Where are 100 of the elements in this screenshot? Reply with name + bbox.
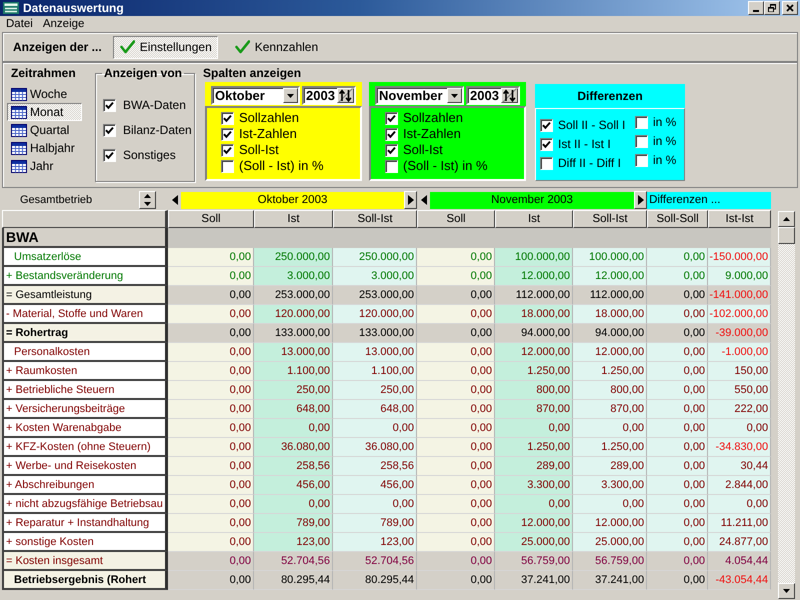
dropdown-button[interactable] bbox=[447, 88, 462, 103]
column-header: Soll-Soll bbox=[647, 210, 708, 228]
calendar-icon bbox=[11, 142, 27, 154]
checkbox[interactable] bbox=[221, 112, 234, 124]
table-cell: 3.300,00 bbox=[495, 476, 574, 495]
table-cell: 100.000,00 bbox=[495, 248, 574, 267]
table-cell: 0,00 bbox=[168, 381, 254, 400]
check-icon bbox=[120, 40, 135, 54]
table-cell: 3.300,00 bbox=[573, 476, 648, 495]
table-cell: 253.000,00 bbox=[333, 286, 418, 305]
timeframe-item[interactable]: Jahr bbox=[7, 157, 82, 175]
toolbar-button[interactable]: Einstellungen bbox=[112, 36, 218, 58]
row-label: + KFZ-Kosten (ohne Steuern) bbox=[2, 438, 168, 457]
checkbox[interactable] bbox=[540, 138, 553, 151]
checkbox[interactable] bbox=[103, 149, 116, 162]
scroll-down-button[interactable] bbox=[778, 583, 795, 599]
row-label: = Kosten insgesamt bbox=[2, 552, 168, 571]
table-cell: 0,00 bbox=[417, 495, 496, 514]
vertical-scrollbar[interactable] bbox=[778, 211, 795, 599]
table-cell: 253.000,00 bbox=[254, 286, 333, 305]
table-cell: 0,00 bbox=[168, 476, 254, 495]
table-cell: 0,00 bbox=[495, 495, 574, 514]
year-field[interactable]: 2003 bbox=[302, 86, 356, 105]
column-header: Soll-Ist bbox=[573, 210, 648, 228]
minimize-button[interactable] bbox=[748, 1, 764, 15]
up-arrow-icon bbox=[783, 217, 790, 221]
table-cell: 2.844,00 bbox=[708, 476, 772, 495]
table-cell: 0,00 bbox=[495, 419, 574, 438]
scroll-up-button[interactable] bbox=[778, 211, 795, 227]
checkbox[interactable] bbox=[635, 116, 648, 129]
table-cell: 80.295,44 bbox=[254, 571, 333, 590]
table-cell: 12.000,00 bbox=[495, 343, 574, 362]
table-cell: 0,00 bbox=[168, 248, 254, 267]
checkbox[interactable] bbox=[540, 157, 553, 170]
timeframe-item[interactable]: Halbjahr bbox=[7, 139, 82, 157]
table-cell: 0,00 bbox=[168, 362, 254, 381]
year-field[interactable]: 2003 bbox=[466, 86, 520, 105]
spin-button[interactable] bbox=[501, 88, 518, 103]
next-button[interactable] bbox=[634, 191, 648, 209]
checkbox[interactable] bbox=[385, 112, 398, 124]
checkbox-label: Sollzahlen bbox=[403, 110, 463, 126]
table-cell: 12.000,00 bbox=[573, 514, 648, 533]
checkbox-label: Ist-Zahlen bbox=[239, 126, 297, 142]
table-cell: 0,00 bbox=[647, 343, 708, 362]
checkbox[interactable] bbox=[221, 160, 234, 172]
table-cell: 0,00 bbox=[647, 324, 708, 343]
table-cell: 0,00 bbox=[168, 495, 254, 514]
scroll-thumb[interactable] bbox=[778, 227, 795, 244]
app-icon bbox=[3, 2, 19, 14]
checkbox[interactable] bbox=[103, 99, 116, 112]
left-arrow-icon bbox=[420, 195, 427, 205]
checkbox[interactable] bbox=[540, 119, 553, 132]
restore-button[interactable] bbox=[764, 1, 780, 15]
table-cell: 37.241,00 bbox=[573, 571, 648, 590]
table-cell: 0,00 bbox=[417, 343, 496, 362]
table-cell: 250.000,00 bbox=[333, 248, 418, 267]
calendar-icon bbox=[11, 124, 27, 136]
month-dropdown[interactable]: Oktober bbox=[211, 86, 300, 105]
table-cell: 3.000,00 bbox=[333, 267, 418, 286]
checkbox[interactable] bbox=[385, 144, 398, 156]
spin-button[interactable] bbox=[337, 88, 354, 103]
checkbox[interactable] bbox=[221, 144, 234, 156]
table-cell: 0,00 bbox=[333, 495, 418, 514]
checkbox[interactable] bbox=[635, 154, 648, 167]
next-button[interactable] bbox=[404, 191, 418, 209]
period-header: Oktober 2003 bbox=[181, 192, 404, 208]
section-label: BWA bbox=[2, 228, 168, 248]
menu-item[interactable]: Datei bbox=[1, 17, 38, 31]
month-dropdown[interactable]: November bbox=[375, 86, 464, 105]
table-cell: 0,00 bbox=[168, 324, 254, 343]
table-cell: -150.000,00 bbox=[708, 248, 772, 267]
table-cell: 25.000,00 bbox=[573, 533, 648, 552]
toolbar-button[interactable]: Kennzahlen bbox=[228, 36, 324, 58]
calendar-icon bbox=[11, 88, 27, 100]
checkbox[interactable] bbox=[635, 135, 648, 148]
timeframe-item[interactable]: Monat bbox=[7, 103, 82, 121]
row-label: + Reparatur + Instandhaltung bbox=[2, 514, 168, 533]
checkbox[interactable] bbox=[221, 128, 234, 140]
table-cell: 250,00 bbox=[254, 381, 333, 400]
down-arrow-icon bbox=[783, 589, 790, 593]
checkbox[interactable] bbox=[385, 160, 398, 172]
table-cell: 0,00 bbox=[417, 267, 496, 286]
dropdown-button[interactable] bbox=[283, 88, 298, 103]
left-arrow-icon bbox=[172, 195, 178, 205]
menu-item[interactable]: Anzeige bbox=[38, 17, 90, 31]
checkbox-label: Ist II - Ist I bbox=[558, 137, 611, 152]
table-cell: 0,00 bbox=[168, 457, 254, 476]
table-cell: 9.000,00 bbox=[708, 267, 772, 286]
table-cell: 0,00 bbox=[417, 419, 496, 438]
table-cell: 52.704,56 bbox=[333, 552, 418, 571]
table-cell: 0,00 bbox=[417, 571, 496, 590]
table-cell: 0,00 bbox=[168, 400, 254, 419]
checkbox[interactable] bbox=[103, 124, 116, 137]
timeframe-item[interactable]: Quartal bbox=[7, 121, 82, 139]
column-header: Ist bbox=[254, 210, 333, 228]
row-label: + nicht abzugsfähige Betriebsau bbox=[2, 495, 168, 514]
table-cell: 1.250,00 bbox=[495, 438, 574, 457]
checkbox[interactable] bbox=[385, 128, 398, 140]
close-button[interactable] bbox=[782, 1, 798, 15]
timeframe-item[interactable]: Woche bbox=[7, 85, 82, 103]
